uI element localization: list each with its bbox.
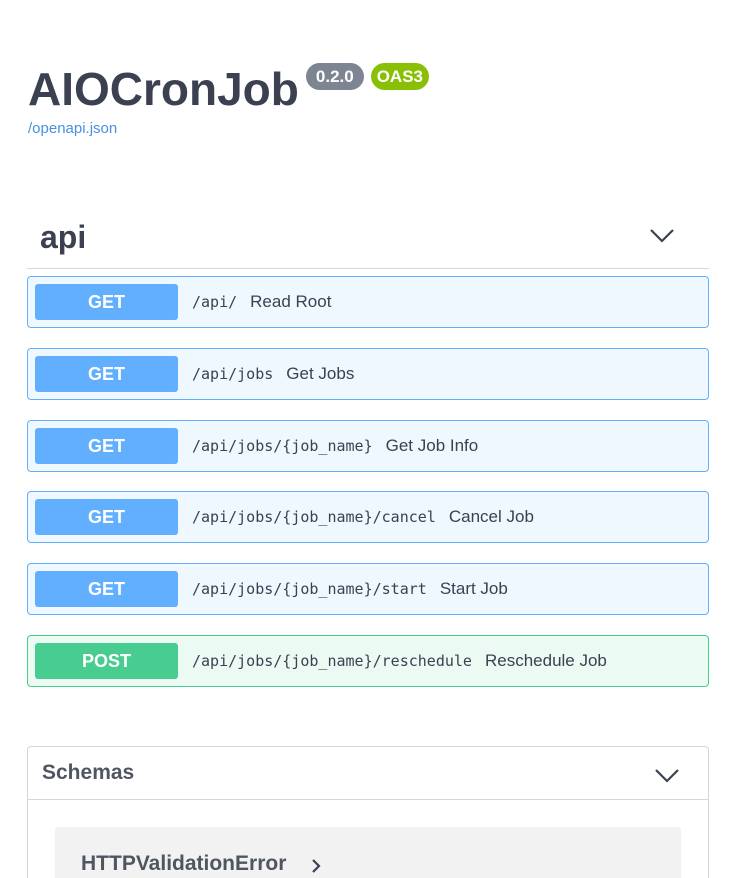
operation-path: /api/jobs/{job_name}/cancel Cancel Job <box>192 507 534 526</box>
oas-badge: OAS3 <box>370 63 429 90</box>
operation-path: /api/Read Root <box>192 292 332 311</box>
operation-summary: Get Job Info <box>385 436 479 455</box>
info-header: AIOCronJob 0.2.0 OAS3 <box>28 62 429 116</box>
version-badge: 0.2.0 <box>305 63 364 90</box>
operation-summary: Get Jobs <box>286 364 355 383</box>
chevron-down-icon[interactable] <box>654 765 680 785</box>
tag-section-api[interactable]: api <box>27 212 709 269</box>
operation-path: /api/jobs/{job_name}/start Start Job <box>192 579 508 598</box>
method-badge: GET <box>35 571 178 607</box>
method-badge: GET <box>35 284 178 320</box>
openapi-json-link[interactable]: /openapi.json <box>28 120 117 137</box>
method-badge: GET <box>35 356 178 392</box>
model-name: HTTPValidationError <box>81 852 287 875</box>
tag-title: api <box>40 219 87 255</box>
operation-cancel-job[interactable]: GET /api/jobs/{job_name}/cancel Cancel Jo… <box>27 491 709 543</box>
operation-reschedule-job[interactable]: POST /api/jobs/{job_name}/reschedule Resc… <box>27 635 709 687</box>
method-badge: GET <box>35 428 178 464</box>
method-badge: GET <box>35 499 178 535</box>
operation-path: /api/jobs/{job_name}/reschedule Reschedul… <box>192 651 607 670</box>
operation-summary: Reschedule Job <box>484 651 607 670</box>
schemas-section: Schemas HTTPValidationError <box>27 746 709 878</box>
model-http-validation-error[interactable]: HTTPValidationError <box>55 827 681 878</box>
swagger-ui-page: AIOCronJob 0.2.0 OAS3 /openapi.json api … <box>0 0 738 878</box>
operation-get-read-root[interactable]: GET /api/Read Root <box>27 276 709 328</box>
operation-summary: Cancel Job <box>448 507 534 526</box>
method-badge: POST <box>35 643 178 679</box>
schemas-header[interactable]: Schemas <box>28 747 708 800</box>
api-title: AIOCronJob <box>28 63 299 115</box>
chevron-down-icon[interactable] <box>649 225 675 245</box>
operation-summary: Read Root <box>250 292 332 311</box>
operation-get-job-info[interactable]: GET /api/jobs/{job_name} Get Job Info <box>27 420 709 472</box>
schemas-title: Schemas <box>42 761 135 784</box>
chevron-right-icon[interactable] <box>309 856 323 876</box>
operation-summary: Start Job <box>439 579 508 598</box>
operation-get-jobs[interactable]: GET /api/jobs Get Jobs <box>27 348 709 400</box>
operation-path: /api/jobs Get Jobs <box>192 364 355 383</box>
operation-path: /api/jobs/{job_name} Get Job Info <box>192 436 479 455</box>
operation-start-job[interactable]: GET /api/jobs/{job_name}/start Start Job <box>27 563 709 615</box>
